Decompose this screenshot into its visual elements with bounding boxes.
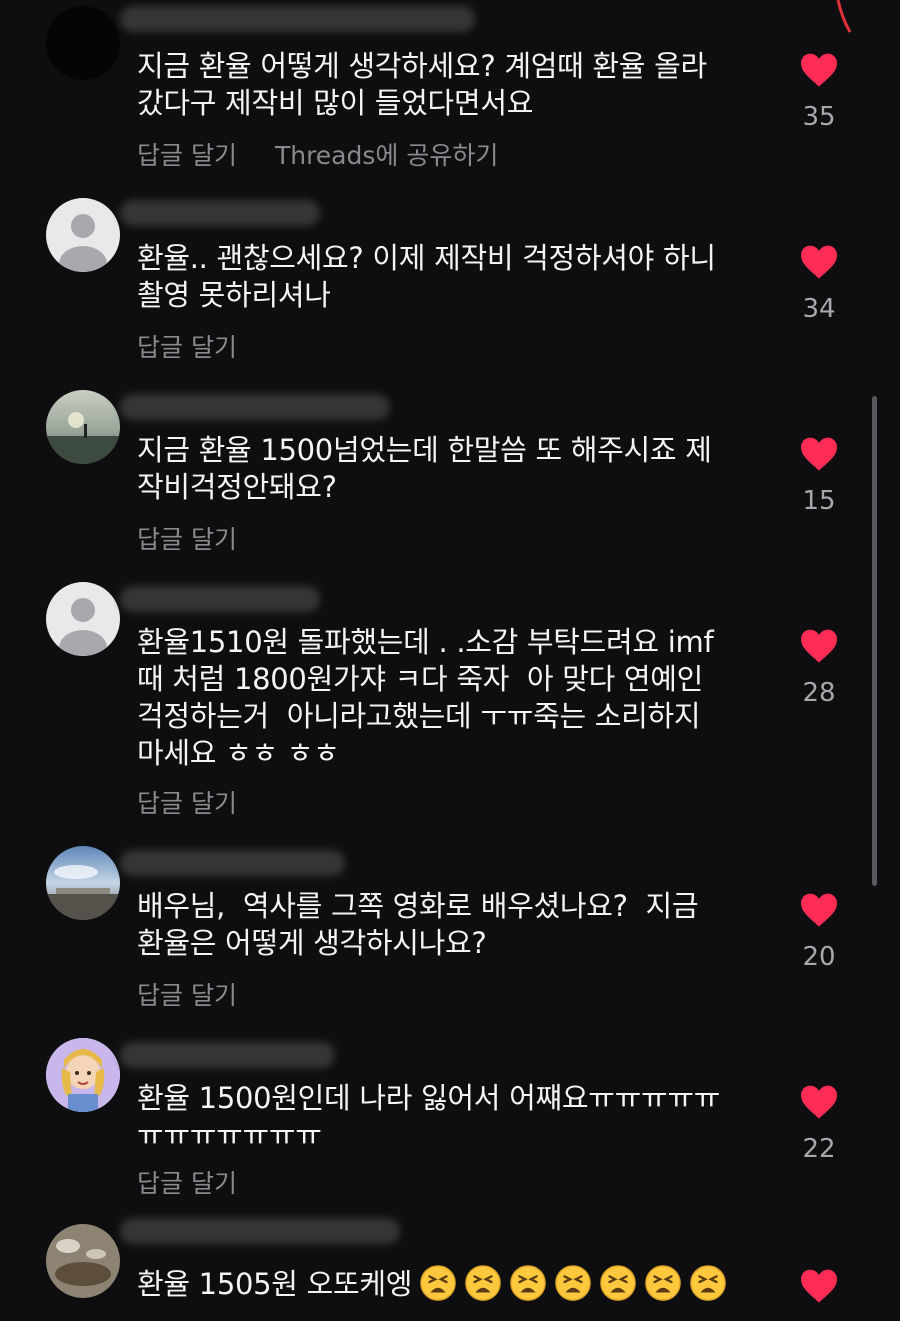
comment-text: 환율 1500원인데 나라 잃어서 어쨰요ㅠㅠㅠㅠㅠ ㅠㅠㅠㅠㅠㅠㅠ xyxy=(137,1081,721,1152)
heart-icon[interactable] xyxy=(799,1268,839,1304)
username-redacted xyxy=(120,6,475,32)
reply-button[interactable]: 답글 달기 xyxy=(137,784,237,820)
reply-button[interactable]: 답글 달기 xyxy=(137,1164,237,1200)
heart-icon[interactable] xyxy=(799,52,839,88)
username-redacted xyxy=(120,586,320,612)
default-avatar-icon xyxy=(59,598,107,656)
comment-text: 환율1510원 돌파했는데 . .소감 부탁드려요 imf 때 처럼 1800원… xyxy=(137,625,714,770)
like-count: 28 xyxy=(802,678,836,708)
heart-icon[interactable] xyxy=(799,628,839,664)
tired-face-emoji xyxy=(465,1265,501,1301)
cartoon-avatar-image xyxy=(46,1038,120,1112)
avatar[interactable] xyxy=(46,390,120,464)
like-group: 15 xyxy=(796,436,842,516)
default-avatar-icon xyxy=(59,214,107,272)
heart-icon[interactable] xyxy=(799,244,839,280)
comment-text: 환율 1505원 오또케엥 xyxy=(137,1264,777,1303)
reply-button[interactable]: 답글 달기 xyxy=(137,136,237,172)
reply-button[interactable]: 답글 달기 xyxy=(137,976,237,1012)
comment-actions: 답글 달기 xyxy=(137,784,237,820)
comment-text: 지금 환율 1500넘었는데 한말씀 또 해주시죠 제 작비걱정안돼요? xyxy=(137,433,712,504)
sky-avatar-image xyxy=(46,846,120,920)
like-count: 35 xyxy=(802,102,836,132)
comment-actions: 답글 달기 Threads에 공유하기 xyxy=(137,136,498,172)
heart-icon[interactable] xyxy=(799,892,839,928)
comment-text-content: 환율 1505원 오또케엥 xyxy=(137,1267,413,1301)
comment-text: 환율.. 괜찮으세요? 이제 제작비 걱정하셔야 하니 촬영 못하리셔나 xyxy=(137,241,716,312)
comment-text: 지금 환율 어떻게 생각하세요? 계엄때 환율 올라 갔다구 제작비 많이 들었… xyxy=(137,49,707,120)
like-count: 15 xyxy=(802,486,836,516)
like-group: 34 xyxy=(796,244,842,324)
red-annotation-mark xyxy=(834,0,854,40)
comment-text: 배우님, 역사를 그쪽 영화로 배우셨나요? 지금 환율은 어떻게 생각하시나요… xyxy=(137,889,699,960)
avatar[interactable] xyxy=(46,582,120,656)
comment-actions: 답글 달기 xyxy=(137,976,237,1012)
username-redacted xyxy=(120,394,390,420)
tired-face-emoji xyxy=(420,1265,456,1301)
tired-face-emoji xyxy=(600,1265,636,1301)
heart-icon[interactable] xyxy=(799,1084,839,1120)
comment-actions: 답글 달기 xyxy=(137,520,237,556)
avatar[interactable] xyxy=(46,6,120,80)
like-group: 22 xyxy=(796,1084,842,1164)
sand-avatar-image xyxy=(46,1224,120,1298)
avatar[interactable] xyxy=(46,846,120,920)
like-group: 35 xyxy=(796,52,842,132)
heart-icon[interactable] xyxy=(799,436,839,472)
username-redacted xyxy=(120,1042,335,1068)
username-redacted xyxy=(120,200,320,226)
scrollbar[interactable] xyxy=(872,396,877,886)
beach-avatar-image xyxy=(46,390,120,464)
emoji-row xyxy=(412,1265,727,1301)
username-redacted xyxy=(120,850,345,876)
like-group xyxy=(796,1268,842,1304)
tired-face-emoji xyxy=(645,1265,681,1301)
avatar[interactable] xyxy=(46,1038,120,1112)
reply-button[interactable]: 답글 달기 xyxy=(137,328,237,364)
tired-face-emoji xyxy=(510,1265,546,1301)
like-group: 28 xyxy=(796,628,842,708)
like-group: 20 xyxy=(796,892,842,972)
comment-actions: 답글 달기 xyxy=(137,1164,237,1200)
tired-face-emoji xyxy=(690,1265,726,1301)
like-count: 20 xyxy=(802,942,836,972)
tired-face-emoji xyxy=(555,1265,591,1301)
like-count: 34 xyxy=(802,294,836,324)
comment-actions: 답글 달기 xyxy=(137,328,237,364)
avatar[interactable] xyxy=(46,1224,120,1298)
avatar[interactable] xyxy=(46,198,120,272)
share-threads-button[interactable]: Threads에 공유하기 xyxy=(275,136,498,172)
reply-button[interactable]: 답글 달기 xyxy=(137,520,237,556)
username-redacted xyxy=(120,1218,400,1244)
like-count: 22 xyxy=(802,1134,836,1164)
